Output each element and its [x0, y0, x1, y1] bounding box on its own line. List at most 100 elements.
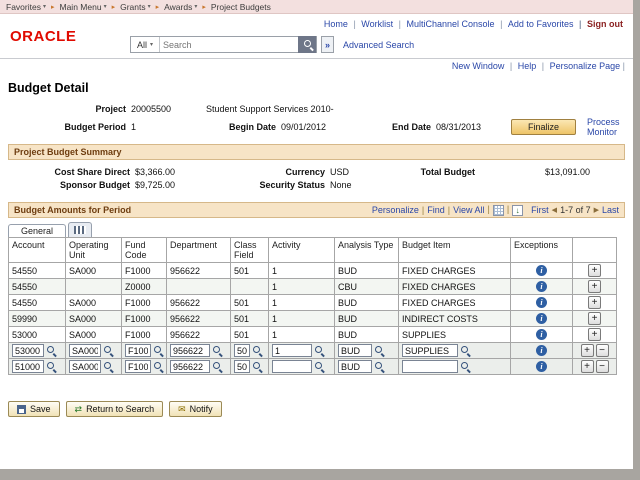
account-input[interactable] [12, 344, 44, 357]
notify-button[interactable]: ✉ Notify [169, 401, 222, 417]
add-to-favorites-link[interactable]: Add to Favorites [500, 19, 573, 29]
analysis-type-input[interactable] [338, 344, 372, 357]
search-expand-button[interactable]: » [321, 36, 334, 53]
add-row-button[interactable]: + [581, 344, 594, 357]
add-row-button[interactable]: + [588, 264, 601, 277]
cell-exceptions: i [511, 295, 573, 311]
lookup-icon[interactable] [153, 361, 164, 372]
find-link[interactable]: Find [427, 205, 445, 215]
return-to-search-button[interactable]: ⇄ Return to Search [66, 401, 164, 417]
home-link[interactable]: Home [324, 19, 348, 29]
cell-fund-code: F1000 [122, 263, 167, 279]
cell-fund-code [122, 343, 167, 359]
cell-exceptions: i [511, 311, 573, 327]
budget-item-input[interactable] [402, 344, 458, 357]
cell-account: 54550 [9, 295, 66, 311]
add-row-button[interactable]: + [588, 296, 601, 309]
department-input[interactable] [170, 344, 210, 357]
department-input[interactable] [170, 360, 210, 373]
add-row-button[interactable]: + [588, 312, 601, 325]
download-icon[interactable]: ↓ [512, 205, 523, 216]
budget-table-body: 54550SA000F10009566225011BUDFIXED CHARGE… [9, 263, 617, 375]
class-field-input[interactable] [234, 360, 250, 373]
lookup-icon[interactable] [46, 361, 57, 372]
search-input[interactable] [160, 38, 298, 52]
exception-detail-icon[interactable]: i [536, 297, 547, 308]
lookup-icon[interactable] [252, 345, 263, 356]
tab-general[interactable]: General [8, 224, 66, 237]
personalize-link[interactable]: Personalize [372, 205, 419, 215]
operating-unit-input[interactable] [69, 344, 101, 357]
last-link[interactable]: Last [602, 205, 619, 215]
advanced-search-link[interactable]: Advanced Search [343, 40, 414, 50]
search-scope-dropdown[interactable]: All ▾ [131, 37, 160, 52]
fund-code-input[interactable] [125, 344, 151, 357]
analysis-type-input[interactable] [338, 360, 372, 373]
operating-unit-input[interactable] [69, 360, 101, 373]
breadcrumb-item-main-menu[interactable]: Main Menu ▾ [60, 2, 107, 12]
show-all-columns-tab[interactable] [68, 222, 92, 237]
lookup-icon[interactable] [374, 345, 385, 356]
lookup-icon[interactable] [153, 345, 164, 356]
view-all-link[interactable]: View All [453, 205, 484, 215]
exception-detail-icon[interactable]: i [536, 361, 547, 372]
lookup-icon[interactable] [46, 345, 57, 356]
lookup-icon[interactable] [460, 361, 471, 372]
class-field-input[interactable] [234, 344, 250, 357]
exception-detail-icon[interactable]: i [536, 313, 547, 324]
exception-detail-icon[interactable]: i [536, 329, 547, 340]
first-link[interactable]: First [531, 205, 549, 215]
exception-detail-icon[interactable]: i [536, 281, 547, 292]
cell-actions: + [573, 327, 617, 343]
process-monitor-link[interactable]: Process Monitor [587, 117, 623, 137]
cell-class-field [231, 359, 269, 375]
cell-operating-unit [66, 359, 122, 375]
account-input[interactable] [12, 360, 44, 373]
zoom-grid-icon[interactable] [493, 205, 504, 216]
help-link[interactable]: Help [510, 61, 536, 71]
worklist-link[interactable]: Worklist [353, 19, 393, 29]
activity-input[interactable] [272, 360, 312, 373]
previous-page-icon[interactable]: ◀ [552, 206, 557, 214]
breadcrumb-item-favorites[interactable]: Favorites ▾ [6, 2, 46, 12]
cell-analysis-type: BUD [335, 327, 399, 343]
delete-row-button[interactable]: − [596, 360, 609, 373]
lookup-icon[interactable] [252, 361, 263, 372]
lookup-icon[interactable] [460, 345, 471, 356]
page-title: Budget Detail [8, 81, 625, 95]
cell-account: 59990 [9, 311, 66, 327]
end-date-value: 08/31/2013 [436, 122, 506, 132]
add-row-button[interactable]: + [581, 360, 594, 373]
exception-detail-icon[interactable]: i [536, 265, 547, 276]
breadcrumb-item-grants[interactable]: Grants ▾ [120, 2, 151, 12]
breadcrumb-item-project-budgets[interactable]: Project Budgets [211, 2, 271, 12]
cell-account [9, 359, 66, 375]
cell-department [167, 343, 231, 359]
search-button[interactable] [298, 36, 316, 53]
lookup-icon[interactable] [374, 361, 385, 372]
lookup-icon[interactable] [212, 361, 223, 372]
next-page-icon[interactable]: ▶ [594, 206, 599, 214]
breadcrumb-label: Grants [120, 2, 146, 12]
breadcrumb-item-awards[interactable]: Awards ▾ [164, 2, 197, 12]
new-window-link[interactable]: New Window [452, 61, 505, 71]
delete-row-button[interactable]: − [596, 344, 609, 357]
lookup-icon[interactable] [103, 361, 114, 372]
lookup-icon[interactable] [212, 345, 223, 356]
save-label: Save [30, 404, 51, 414]
personalize-page-link[interactable]: Personalize Page [542, 61, 620, 71]
exception-detail-icon[interactable]: i [536, 345, 547, 356]
activity-input[interactable] [272, 344, 312, 357]
lookup-icon[interactable] [314, 361, 325, 372]
lookup-icon[interactable] [103, 345, 114, 356]
add-row-button[interactable]: + [588, 280, 601, 293]
lookup-icon[interactable] [314, 345, 325, 356]
budget-item-input[interactable] [402, 360, 458, 373]
multichannel-console-link[interactable]: MultiChannel Console [399, 19, 495, 29]
cell-analysis-type: BUD [335, 263, 399, 279]
fund-code-input[interactable] [125, 360, 151, 373]
add-row-button[interactable]: + [588, 328, 601, 341]
sign-out-link[interactable]: Sign out [579, 19, 623, 29]
save-button[interactable]: Save [8, 401, 60, 417]
finalize-button[interactable]: Finalize [511, 119, 576, 135]
